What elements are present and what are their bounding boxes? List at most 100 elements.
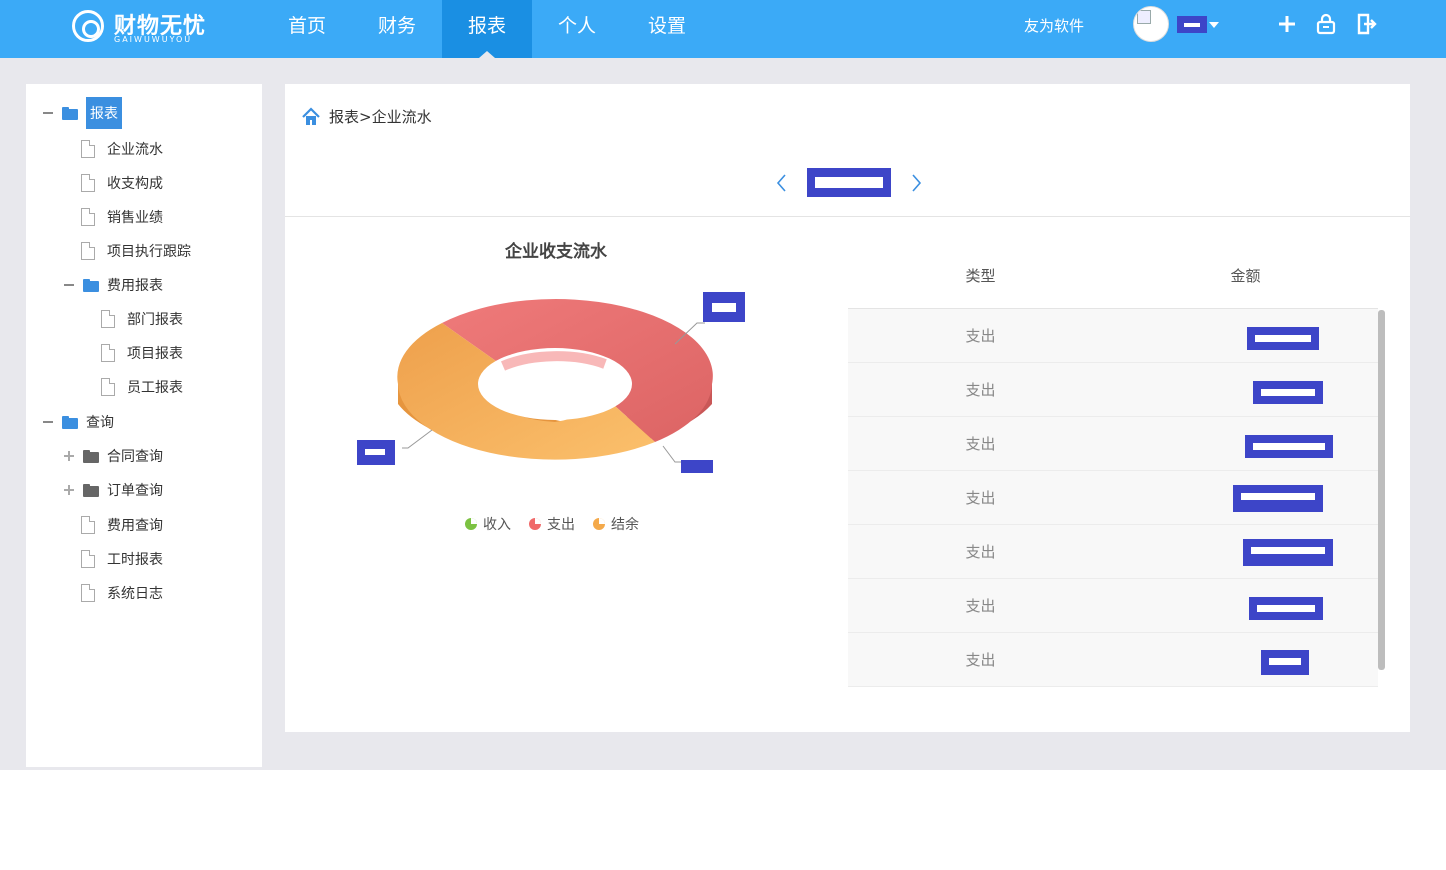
chevron-down-icon[interactable] — [1209, 22, 1219, 28]
tree-item-project-tracking[interactable]: 项目执行跟踪 — [81, 238, 191, 264]
tree-item-label: 费用查询 — [107, 518, 163, 534]
nav-item-personal[interactable]: 个人 — [532, 0, 622, 58]
tree-item-department-report[interactable]: 部门报表 — [101, 306, 183, 332]
chart-title: 企业收支流水 — [505, 242, 607, 262]
legend-item-balance[interactable]: 结余 — [593, 514, 639, 534]
tree-item-timesheet-report[interactable]: 工时报表 — [81, 546, 163, 572]
user-name[interactable] — [1177, 16, 1207, 36]
file-icon — [101, 344, 115, 362]
tree-item-employee-report[interactable]: 员工报表 — [101, 374, 183, 400]
legend-label: 支出 — [547, 517, 575, 533]
logout-icon[interactable] — [1353, 12, 1377, 36]
period-label — [807, 168, 891, 197]
file-icon — [81, 174, 95, 192]
company-name[interactable]: 友为软件 — [1024, 15, 1084, 36]
tree-item-label: 查询 — [86, 415, 114, 431]
tree-item-income-composition[interactable]: 收支构成 — [81, 170, 163, 196]
breadcrumb: 报表>企业流水 — [301, 106, 432, 127]
tree-item-label: 部门报表 — [127, 312, 183, 328]
tree-item-label: 工时报表 — [107, 552, 163, 568]
slice-percent-label — [703, 292, 745, 322]
cell-type: 支出 — [965, 327, 996, 345]
tree-item-label: 销售业绩 — [107, 210, 163, 226]
cell-type: 支出 — [965, 543, 996, 561]
cell-type: 支出 — [965, 489, 996, 507]
table-row[interactable]: 支出 — [848, 363, 1378, 417]
table-row[interactable]: 支出 — [848, 525, 1378, 579]
tree-item-label: 报表 — [86, 97, 122, 129]
tree-item-label: 系统日志 — [107, 586, 163, 602]
collapse-icon[interactable] — [63, 279, 75, 291]
legend-item-income[interactable]: 收入 — [465, 514, 511, 534]
folder-icon — [83, 483, 99, 497]
broken-image-icon — [1137, 10, 1151, 24]
slice-percent-label — [357, 440, 395, 465]
leader-line — [662, 445, 683, 463]
tree-item-label: 合同查询 — [107, 449, 163, 465]
file-icon — [81, 208, 95, 226]
breadcrumb-text: 报表>企业流水 — [329, 108, 432, 126]
divider — [285, 216, 1410, 217]
cell-type: 支出 — [965, 597, 996, 615]
lock-icon[interactable] — [1314, 12, 1338, 36]
tree-item-sales-performance[interactable]: 销售业绩 — [81, 204, 163, 230]
table-row[interactable]: 支出 — [848, 417, 1378, 471]
legend-item-expense[interactable]: 支出 — [529, 514, 575, 534]
expand-icon[interactable] — [63, 484, 75, 496]
column-header-amount[interactable]: 金额 — [1113, 254, 1378, 308]
folder-icon — [62, 415, 78, 429]
tree-item-project-report[interactable]: 项目报表 — [101, 340, 183, 366]
tree-item-label: 项目报表 — [127, 346, 183, 362]
file-icon — [81, 140, 95, 158]
tree-item-label: 企业流水 — [107, 142, 163, 158]
tree-item-order-query[interactable]: 订单查询 — [63, 477, 163, 503]
chevron-right-icon[interactable] — [909, 174, 923, 192]
cell-type: 支出 — [965, 381, 996, 399]
file-icon — [81, 550, 95, 568]
logo[interactable]: 财物无忧 GAIWUWUYOU — [72, 6, 222, 48]
nav-item-finance[interactable]: 财务 — [352, 0, 442, 58]
avatar[interactable] — [1133, 6, 1169, 42]
table-row[interactable]: 支出 — [848, 579, 1378, 633]
file-icon — [101, 378, 115, 396]
plus-icon[interactable] — [1275, 12, 1299, 36]
chevron-left-icon[interactable] — [775, 174, 789, 192]
home-icon[interactable] — [301, 106, 321, 127]
table-row[interactable]: 支出 — [848, 309, 1378, 363]
leader-line — [402, 429, 433, 449]
cell-amount — [1113, 633, 1378, 686]
tree-item-expense-reports[interactable]: 费用报表 — [63, 272, 163, 298]
tree-item-expense-query[interactable]: 费用查询 — [81, 512, 163, 538]
amount-value — [1233, 485, 1323, 512]
table-scrollbar[interactable] — [1378, 310, 1385, 670]
folder-icon — [62, 106, 78, 120]
tree-item-label: 员工报表 — [127, 380, 183, 396]
logo-icon — [72, 10, 104, 42]
tree-item-query[interactable]: 查询 — [42, 409, 114, 435]
tree-item-contract-query[interactable]: 合同查询 — [63, 443, 163, 469]
collapse-icon[interactable] — [42, 416, 54, 428]
chart-legend: 收入 支出 结余 — [465, 514, 639, 534]
tree-item-enterprise-flow[interactable]: 企业流水 — [81, 136, 163, 162]
nav-item-settings[interactable]: 设置 — [622, 0, 712, 58]
table-row[interactable]: 支出 — [848, 471, 1378, 525]
table-row[interactable]: 支出 — [848, 633, 1378, 687]
legend-label: 收入 — [483, 517, 511, 533]
column-header-type[interactable]: 类型 — [848, 254, 1113, 308]
collapse-icon[interactable] — [42, 107, 54, 119]
amount-value — [1247, 327, 1319, 350]
folder-icon — [83, 449, 99, 463]
cell-type: 支出 — [965, 435, 996, 453]
amount-value — [1249, 597, 1323, 620]
tree-item-reports[interactable]: 报表 — [42, 97, 122, 129]
nav-item-reports[interactable]: 报表 — [442, 0, 532, 58]
folder-icon — [83, 278, 99, 292]
tree-item-label: 订单查询 — [107, 483, 163, 499]
tree-item-system-log[interactable]: 系统日志 — [81, 580, 163, 606]
cell-type: 支出 — [965, 651, 996, 669]
cell-amount — [1113, 471, 1378, 524]
expand-icon[interactable] — [63, 450, 75, 462]
nav-item-home[interactable]: 首页 — [262, 0, 352, 58]
main-panel: 报表>企业流水 企业收支流水 收入 支出 结余 类型 金额 支出 支出 支出 支… — [285, 84, 1410, 732]
file-icon — [101, 310, 115, 328]
